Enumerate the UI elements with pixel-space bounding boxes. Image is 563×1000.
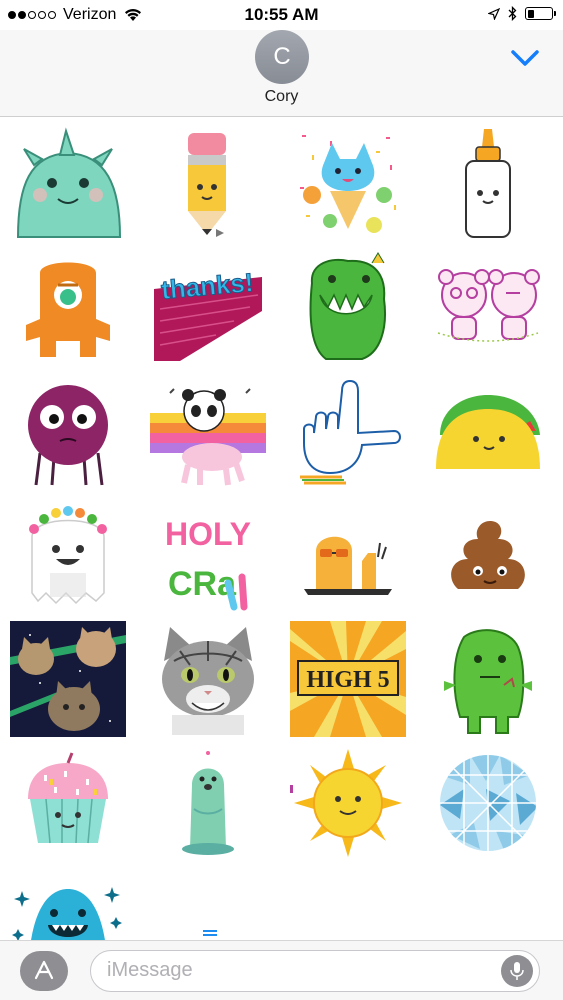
taco-sticker[interactable] [428, 372, 548, 490]
sun-sticker[interactable] [288, 744, 408, 862]
microphone-icon [510, 962, 524, 980]
disco-ball-sticker[interactable] [428, 744, 548, 862]
battery-level [527, 9, 535, 18]
panda-unicorn-sticker[interactable] [148, 372, 268, 490]
message-field[interactable] [90, 950, 540, 992]
imessage-input[interactable] [107, 951, 487, 990]
holy-crap-sticker[interactable]: HOLY CRa [148, 496, 268, 614]
cat-ice-cream-sticker[interactable] [288, 124, 408, 242]
fries-sunglasses-sticker[interactable] [288, 496, 408, 614]
collapse-drawer-button[interactable] [509, 46, 541, 70]
pink-bears-sticker[interactable] [428, 248, 548, 366]
microphone-button[interactable] [501, 955, 533, 987]
clock: 10:55 AM [244, 5, 319, 24]
drawer-grab-handle[interactable] [203, 930, 217, 936]
glue-bottle-sticker[interactable] [428, 124, 548, 242]
status-bar: Verizon 10:55 AM [0, 0, 563, 30]
flower-crown-ghost-sticker[interactable] [8, 496, 128, 614]
poop-sticker[interactable] [428, 496, 548, 614]
location-arrow-icon [488, 7, 500, 20]
chevron-down-icon [511, 50, 539, 66]
high-five-text: HIGH 5 [306, 667, 389, 693]
contact-name[interactable]: Cory [0, 88, 563, 106]
horned-monster-sticker[interactable] [8, 124, 128, 242]
status-right [488, 6, 556, 21]
bluetooth-icon [508, 6, 517, 21]
holy-text: HOLY [165, 516, 251, 552]
conversation-header: C Cory [0, 30, 563, 117]
blue-monster-sticker[interactable] [8, 866, 128, 940]
message-input-bar [0, 940, 563, 1000]
pencil-sticker[interactable] [148, 124, 268, 242]
purple-blob-sticker[interactable] [8, 372, 128, 490]
app-store-button[interactable] [20, 951, 68, 991]
sticker-grid: thanks! HOLY CRa HIGH 5 [0, 118, 563, 940]
otter-sticker[interactable] [148, 744, 268, 862]
space-cats-sticker[interactable] [8, 620, 128, 738]
kitten-sticker[interactable] [148, 620, 268, 738]
green-monster-sticker[interactable] [288, 248, 408, 366]
app-store-icon [34, 960, 54, 980]
loser-hand-sticker[interactable] [288, 372, 408, 490]
cupcake-sticker[interactable] [8, 744, 128, 862]
avatar[interactable]: C [255, 30, 309, 84]
orange-cyclops-sticker[interactable] [8, 248, 128, 366]
battery-icon [525, 7, 556, 20]
high-five-sticker[interactable]: HIGH 5 [288, 620, 408, 738]
green-zombie-sticker[interactable] [428, 620, 548, 738]
thanks-sticker[interactable]: thanks! [148, 248, 268, 366]
